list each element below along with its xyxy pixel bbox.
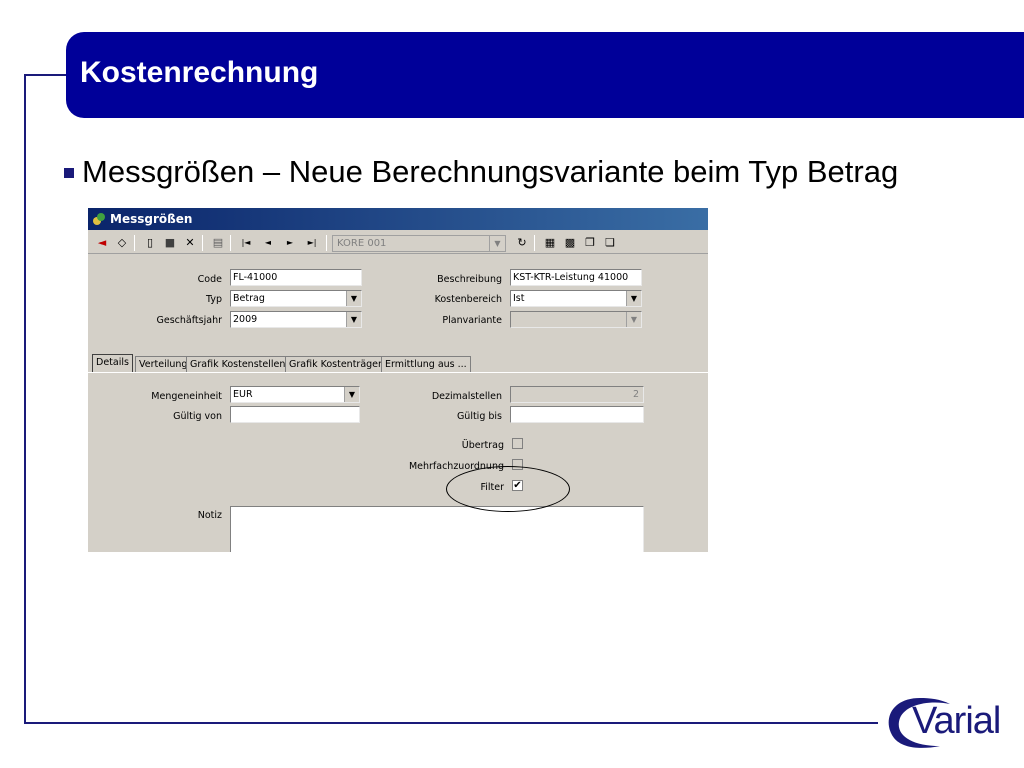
kostenbereich-select[interactable]: Ist ▼: [510, 290, 642, 307]
geschaeftsjahr-select[interactable]: 2009 ▼: [230, 311, 362, 328]
code-label: Code: [197, 274, 222, 285]
copy-icon[interactable]: ❐: [582, 235, 598, 251]
messgroessen-window: Messgrößen ◄ ◇ ▯ ■ ✕ ▤ |◄ ◄ ► ►| KORE 00…: [86, 208, 708, 552]
beschreibung-label: Beschreibung: [437, 274, 502, 285]
tab-details[interactable]: Details: [92, 354, 133, 372]
beschreibung-field[interactable]: KST-KTR-Leistung 41000: [510, 269, 642, 286]
mengeneinheit-select-value: EUR: [233, 389, 253, 400]
toolbar-separator: [326, 235, 327, 251]
geschaeftsjahr-label: Geschäftsjahr: [156, 315, 222, 326]
kostenbereich-label: Kostenbereich: [434, 294, 502, 305]
next-record-icon[interactable]: ►: [282, 235, 298, 251]
window-title: Messgrößen: [110, 212, 193, 226]
tab-strip-line: [88, 372, 708, 373]
code-field[interactable]: FL-41000: [230, 269, 362, 286]
chevron-down-icon[interactable]: ▼: [626, 291, 641, 306]
planvariante-label: Planvariante: [442, 315, 502, 326]
toolbar-separator: [534, 235, 535, 251]
save-icon[interactable]: ■: [162, 235, 178, 251]
previous-record-icon[interactable]: ◄: [260, 235, 276, 251]
toolbar: ◄ ◇ ▯ ■ ✕ ▤ |◄ ◄ ► ►| KORE 001 ▼ ↻ ▦ ▩ ❐…: [88, 232, 708, 254]
highlight-ellipse: [446, 466, 570, 512]
tab-grafik-kostenstellen[interactable]: Grafik Kostenstellen: [186, 356, 290, 372]
chevron-down-icon[interactable]: ▼: [346, 291, 361, 306]
toolbar-separator: [230, 235, 231, 251]
company-select-value: KORE 001: [337, 238, 387, 249]
chevron-down-icon[interactable]: ▼: [346, 312, 361, 327]
mengeneinheit-label: Mengeneinheit: [151, 391, 222, 402]
company-select[interactable]: KORE 001 ▼: [332, 235, 506, 252]
kostenbereich-select-value: Ist: [513, 293, 525, 304]
toolbar-separator: [134, 235, 135, 251]
slide-title: Kostenrechnung: [80, 56, 319, 89]
dezimalstellen-label: Dezimalstellen: [431, 391, 502, 402]
gueltig-bis-field[interactable]: [510, 406, 644, 423]
tab-ermittlung[interactable]: Ermittlung aus ...: [381, 356, 471, 372]
bullet-marker: [64, 168, 74, 178]
mengeneinheit-select[interactable]: EUR ▼: [230, 386, 360, 403]
tab-verteilung[interactable]: Verteilung: [135, 356, 192, 372]
eraser-icon[interactable]: ◇: [114, 235, 130, 251]
gueltig-von-label: Gültig von: [173, 411, 222, 422]
notiz-label: Notiz: [197, 510, 222, 521]
gueltig-von-field[interactable]: [230, 406, 360, 423]
chevron-down-icon: ▼: [626, 312, 641, 327]
tab-grafik-kostentraeger[interactable]: Grafik Kostenträger: [285, 356, 386, 372]
uebertrag-checkbox[interactable]: [512, 438, 523, 449]
frame-line-bottom: [24, 722, 878, 724]
refresh-icon[interactable]: ↻: [514, 235, 530, 251]
toolbar-separator: [202, 235, 203, 251]
varial-logo-text: Varial: [912, 700, 1001, 742]
last-record-icon[interactable]: ►|: [304, 235, 320, 251]
dezimalstellen-field: 2: [510, 386, 644, 403]
typ-select-value: Betrag: [233, 293, 265, 304]
paste-icon[interactable]: ❏: [602, 235, 618, 251]
chevron-down-icon[interactable]: ▼: [344, 387, 359, 402]
back-arrow-icon[interactable]: ◄: [94, 235, 110, 251]
first-record-icon[interactable]: |◄: [238, 235, 254, 251]
notiz-textarea[interactable]: [230, 506, 644, 552]
app-icon: [93, 213, 105, 225]
gueltig-bis-label: Gültig bis: [456, 411, 502, 422]
typ-label: Typ: [206, 294, 222, 305]
print-icon[interactable]: ▤: [210, 235, 226, 251]
geschaeftsjahr-select-value: 2009: [233, 314, 258, 325]
frame-line-left: [24, 74, 26, 724]
uebertrag-label: Übertrag: [461, 440, 504, 451]
new-document-icon[interactable]: ▯: [142, 235, 158, 251]
window-titlebar[interactable]: Messgrößen: [88, 208, 708, 230]
typ-select[interactable]: Betrag ▼: [230, 290, 362, 307]
frame-line-top: [24, 74, 68, 76]
planvariante-select: ▼: [510, 311, 642, 328]
slide-bullet: Messgrößen – Neue Berechnungsvariante be…: [82, 154, 899, 189]
chevron-down-icon[interactable]: ▼: [489, 236, 505, 251]
delete-icon[interactable]: ✕: [182, 235, 198, 251]
tree-icon[interactable]: ▩: [562, 235, 578, 251]
grid-icon[interactable]: ▦: [542, 235, 558, 251]
